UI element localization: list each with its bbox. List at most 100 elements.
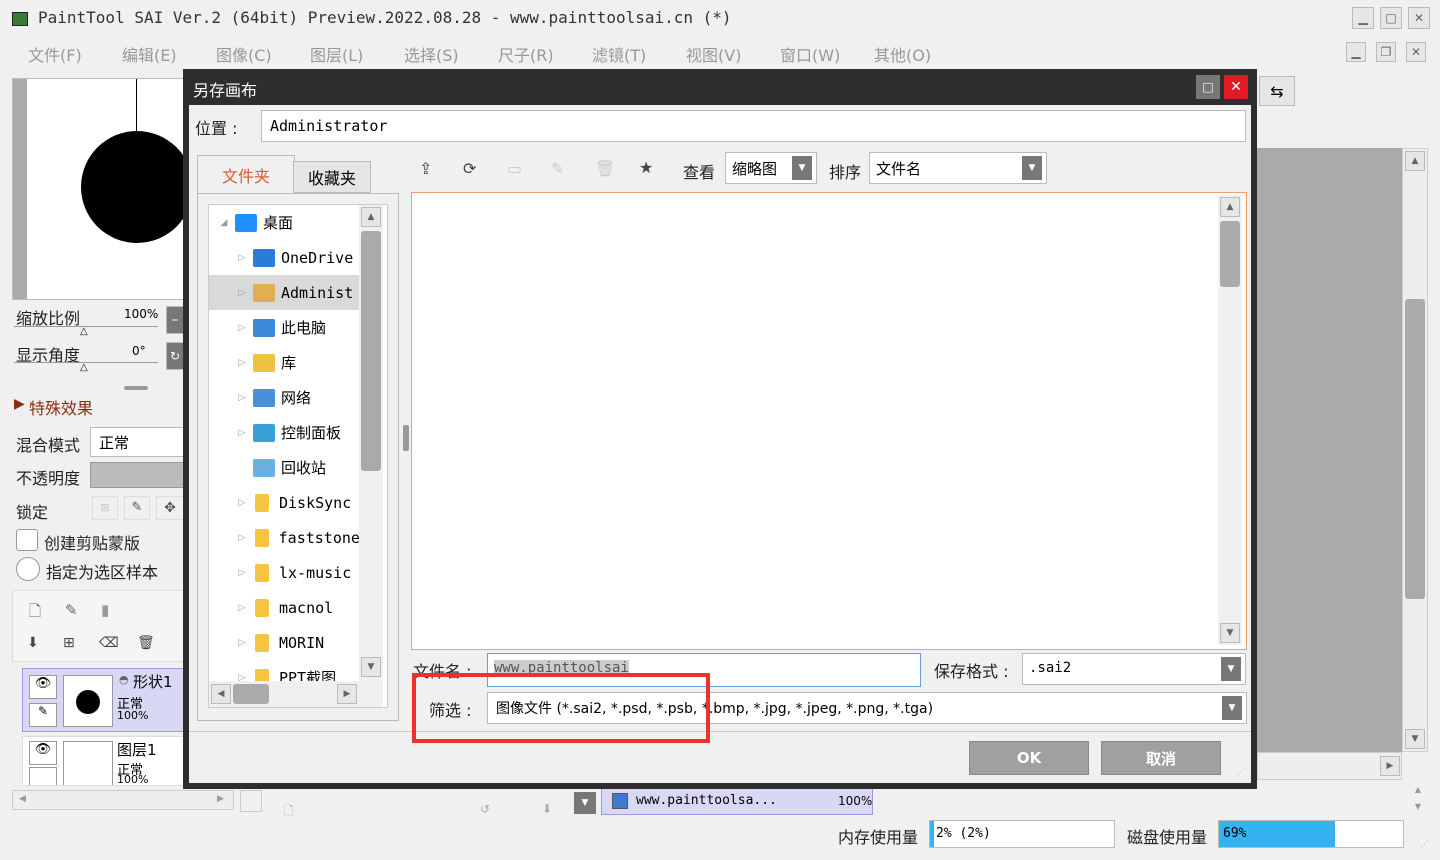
menu-filter[interactable]: 滤镜(T) (592, 42, 646, 66)
lock-paint-icon[interactable]: ✎ (124, 496, 150, 520)
canvas-vscroll-thumb[interactable] (1405, 299, 1425, 599)
expand-arrow-icon[interactable]: ▷ (235, 603, 249, 613)
special-effects-header[interactable]: 特殊效果 (29, 395, 93, 419)
folder-tree[interactable]: ◢ 桌面 ▷ OneDrive ▷ Administ ▷ 此电脑 ▷ 库 ▷ 网络 ▷ 控制面板 回收站 ▷ D… (208, 204, 388, 708)
layer-hscrollbar[interactable]: ◀ ▶ (12, 790, 234, 810)
navigator-preview[interactable] (12, 78, 193, 300)
expand-arrow-icon[interactable]: ▷ (235, 428, 249, 438)
lock-transparency-icon[interactable]: ⊠ (92, 496, 118, 520)
ok-button[interactable]: OK (969, 741, 1089, 775)
chevron-down-icon[interactable]: ▼ (1221, 657, 1241, 681)
tree-item[interactable]: ▷ 此电脑 (209, 310, 359, 345)
page-icon[interactable]: 🗋 (284, 802, 294, 823)
swap-icon[interactable]: ⇆ (1259, 76, 1295, 106)
tree-item[interactable]: ▷ lx-music (209, 555, 359, 590)
scroll-right-icon[interactable]: ▶ (217, 794, 224, 804)
file-list[interactable]: ▲ ▼ (411, 192, 1247, 650)
expand-arrow-icon[interactable]: ▷ (235, 533, 249, 543)
tab-folders[interactable]: 文件夹 (197, 155, 295, 193)
visibility-eye-icon[interactable]: 👁 (29, 675, 57, 699)
clear-layer-icon[interactable]: ⌫ (99, 635, 119, 651)
favorite-star-icon[interactable]: ★ (639, 158, 653, 177)
zoom-minus-button[interactable]: – (166, 306, 184, 334)
zoom-slider-handle[interactable]: △ (80, 326, 88, 337)
panel-splitter[interactable] (124, 386, 148, 390)
tree-item[interactable]: ▷ Administ (209, 275, 359, 310)
up-folder-icon[interactable]: ⇪ (419, 159, 432, 178)
layer-item-layer1[interactable]: 👁 图层1 正常 100% (22, 736, 184, 786)
expand-arrow-icon[interactable]: ▷ (235, 568, 249, 578)
new-folder-icon[interactable]: ▮ (101, 601, 109, 619)
dialog-maximize-button[interactable]: □ (1196, 75, 1220, 99)
minimize-button[interactable]: ▁ (1352, 7, 1374, 29)
doc-list-dropdown-button[interactable]: ▼ (574, 792, 596, 814)
expand-arrow-icon[interactable]: ▶ (14, 396, 25, 412)
tree-hscrollbar[interactable]: ◀ ▶ (209, 681, 383, 707)
new-folder-icon[interactable]: ▭ (507, 159, 522, 178)
download-icon[interactable]: ⬇ (542, 802, 552, 816)
doc-restore-button[interactable]: ❐ (1376, 42, 1396, 62)
expand-arrow-icon[interactable]: ▷ (235, 253, 249, 263)
expand-arrow-icon[interactable]: ▷ (235, 393, 249, 403)
file-list-vscroll-thumb[interactable] (1220, 221, 1240, 287)
canvas-vscrollbar[interactable]: ▲ ▼ (1402, 148, 1428, 752)
format-select[interactable]: .sai2 ▼ (1022, 653, 1246, 685)
close-button[interactable]: ✕ (1408, 7, 1430, 29)
menu-view[interactable]: 视图(V) (686, 42, 741, 66)
file-list-vscrollbar[interactable]: ▲ ▼ (1218, 195, 1242, 645)
menu-image[interactable]: 图像(C) (216, 42, 272, 66)
tree-item[interactable]: ▷ DiskSync (209, 485, 359, 520)
add-mask-icon[interactable]: ⊞ (63, 635, 75, 651)
angle-slider-handle[interactable]: △ (80, 362, 88, 373)
resize-grip-icon[interactable]: ⋰ (1237, 767, 1246, 777)
clip-checkbox[interactable] (16, 529, 38, 551)
expand-arrow-icon[interactable]: ▷ (235, 288, 249, 298)
visibility-eye-icon[interactable]: 👁 (29, 741, 57, 765)
tree-item[interactable]: ▷ MORIN (209, 625, 359, 660)
dialog-close-button[interactable]: ✕ (1224, 75, 1248, 99)
collapse-arrow-icon[interactable]: ◢ (217, 218, 231, 228)
location-field[interactable]: Administrator (261, 110, 1246, 142)
new-layer-icon[interactable]: 🗋 (29, 601, 41, 626)
cancel-button[interactable]: 取消 (1101, 741, 1221, 775)
tree-item[interactable]: ▷ faststone (209, 520, 359, 555)
navigator-scrollbar[interactable] (13, 79, 27, 299)
scroll-right-icon[interactable]: ▶ (1380, 756, 1400, 776)
tree-vscroll-thumb[interactable] (361, 231, 381, 471)
angle-reset-button[interactable]: ↻ (166, 342, 184, 370)
menu-other[interactable]: 其他(O) (874, 42, 931, 66)
spin-up-icon[interactable]: ▲ (1408, 785, 1428, 795)
menu-edit[interactable]: 编辑(E) (122, 42, 177, 66)
chevron-down-icon[interactable]: ▼ (792, 156, 812, 180)
opacity-slider[interactable] (90, 462, 184, 488)
delete-icon[interactable]: 🗑 (595, 159, 615, 178)
scroll-left-icon[interactable]: ◀ (19, 794, 26, 804)
menu-window[interactable]: 窗口(W) (780, 42, 840, 66)
tree-item[interactable]: ▷ 网络 (209, 380, 359, 415)
layer-item-shape1[interactable]: 👁 ✎ ◓ 形状1 正常 100% (22, 668, 184, 732)
scroll-down-icon[interactable]: ▼ (361, 657, 381, 677)
maximize-button[interactable]: □ (1380, 7, 1402, 29)
canvas-hscrollbar[interactable]: ▶ (1257, 752, 1402, 780)
scroll-up-icon[interactable]: ▲ (361, 207, 381, 227)
scroll-right-icon[interactable]: ▶ (337, 684, 357, 704)
doc-close-button[interactable]: ✕ (1406, 42, 1426, 62)
view-select[interactable]: 缩略图 ▼ (725, 152, 817, 184)
menu-ruler[interactable]: 尺子(R) (498, 42, 554, 66)
tree-hscroll-thumb[interactable] (233, 684, 269, 704)
tree-item[interactable]: 回收站 (209, 450, 359, 485)
resize-grip-icon[interactable]: ⋰ (1420, 840, 1429, 850)
tree-vscrollbar[interactable]: ▲ ▼ (359, 205, 383, 681)
menu-file[interactable]: 文件(F) (28, 42, 82, 66)
expand-arrow-icon[interactable]: ▷ (235, 358, 249, 368)
sort-select[interactable]: 文件名 ▼ (869, 152, 1047, 184)
scroll-down-icon[interactable]: ▼ (1220, 623, 1240, 643)
rename-icon[interactable]: ✎ (551, 159, 564, 178)
scroll-down-icon[interactable]: ▼ (1405, 729, 1425, 749)
selection-sample-radio[interactable] (16, 557, 40, 581)
blend-mode-select[interactable]: 正常 (90, 427, 184, 457)
new-linework-icon[interactable]: ✎ (65, 601, 78, 619)
tree-item[interactable]: ◢ 桌面 (209, 205, 359, 240)
expand-arrow-icon[interactable]: ▷ (235, 638, 249, 648)
tree-item[interactable]: ▷ 库 (209, 345, 359, 380)
